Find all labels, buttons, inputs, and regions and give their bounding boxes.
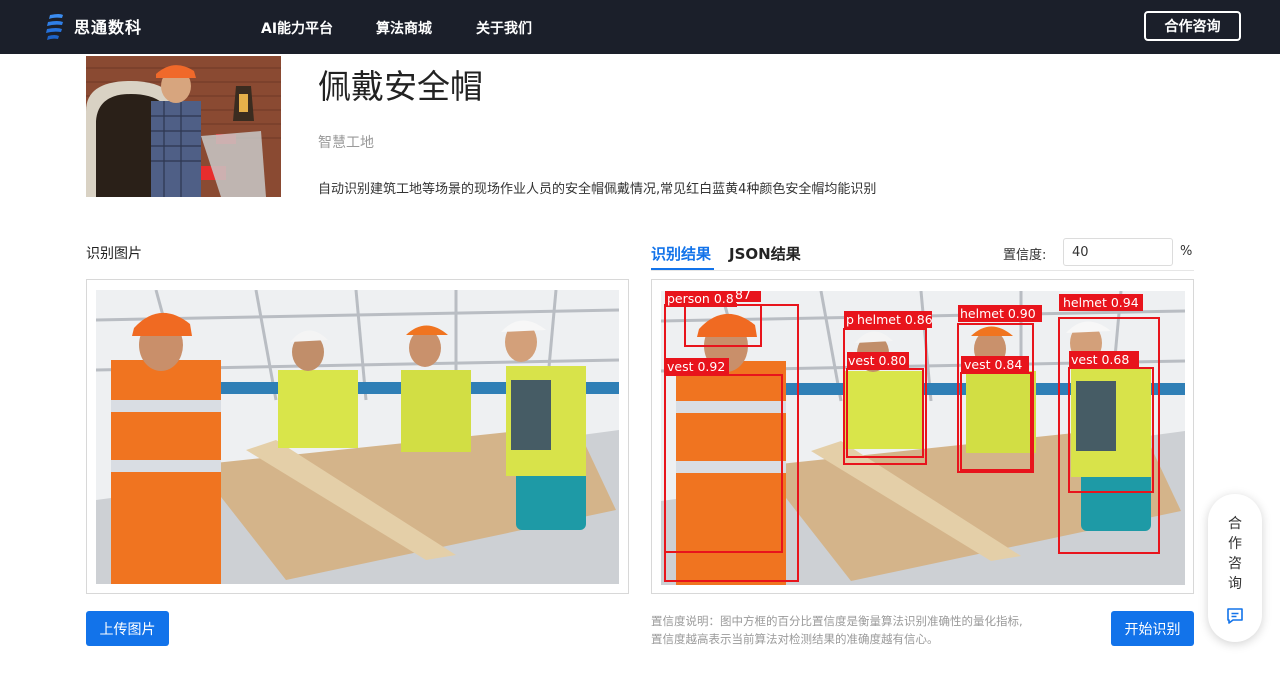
floating-consult-widget[interactable]: 合 作 咨 询 [1208,494,1262,642]
det-label-helmet-4: helmet 0.94 [1063,295,1139,310]
confidence-label: 置信度: [1003,248,1047,263]
confidence-note: 置信度说明：图中方框的百分比置信度是衡量算法识别准确性的量化指标, 置信度越高表… [651,612,1071,648]
page-description: 自动识别建筑工地等场景的现场作业人员的安全帽佩戴情况,常见红白蓝黄4种颜色安全帽… [318,182,877,197]
nav-link-algorithm-store[interactable]: 算法商城 [376,18,432,38]
det-label-vest-3: vest 0.84 [964,357,1022,372]
floating-consult-label: 合 作 咨 询 [1208,514,1262,594]
det-label-helmet-2: helmet 0.86 [857,312,933,327]
det-label-person-dup: 87 [735,291,751,302]
nav-link-ai-platform[interactable]: AI能力平台 [261,18,333,38]
floating-consult-char-2: 作 [1228,536,1242,552]
floating-consult-char-3: 咨 [1228,556,1242,572]
chat-icon [1227,608,1243,624]
input-photo [96,290,619,584]
confidence-unit: % [1180,244,1193,259]
floating-consult-char-4: 询 [1228,576,1242,592]
start-recognition-button[interactable]: 开始识别 [1111,611,1194,646]
confidence-note-line2: 置信度越高表示当前算法对检测结果的准确度越有信心。 [651,632,939,646]
confidence-input[interactable] [1063,238,1173,266]
nav-link-about[interactable]: 关于我们 [476,18,532,38]
det-label-vest-1: vest 0.92 [667,359,725,374]
logo-icon [46,14,63,40]
confidence-note-line1: 置信度说明：图中方框的百分比置信度是衡量算法识别准确性的量化指标, [651,614,1023,628]
det-label-vest-2: vest 0.80 [848,353,906,368]
input-image-label: 识别图片 [86,246,142,262]
tab-divider [651,270,1194,271]
page-subtitle: 智慧工地 [318,135,374,151]
input-image-frame [86,279,629,594]
hero-image [86,56,281,197]
brand-logo[interactable]: 思通数科 [44,12,142,40]
tab-json-result[interactable]: JSON结果 [729,243,801,264]
det-label-helmet-3: helmet 0.90 [960,306,1036,321]
page-title: 佩戴安全帽 [318,67,483,106]
det-label-vest-4: vest 0.68 [1071,352,1129,367]
upload-image-button[interactable]: 上传图片 [86,611,169,646]
consult-button[interactable]: 合作咨询 [1144,11,1241,41]
brand-name: 思通数科 [74,18,143,37]
top-navbar: 思通数科 AI能力平台 算法商城 关于我们 合作咨询 [0,0,1280,54]
tab-recognition-result[interactable]: 识别结果 [651,243,711,264]
result-photo: person 0.87 87 vest 0.92 helmet 0.86 p v… [661,291,1185,585]
det-label-fragment: p [846,312,854,327]
floating-consult-char-1: 合 [1228,516,1242,532]
det-label-person: person 0.87 [667,291,742,306]
result-image-frame: person 0.87 87 vest 0.92 helmet 0.86 p v… [651,279,1194,594]
